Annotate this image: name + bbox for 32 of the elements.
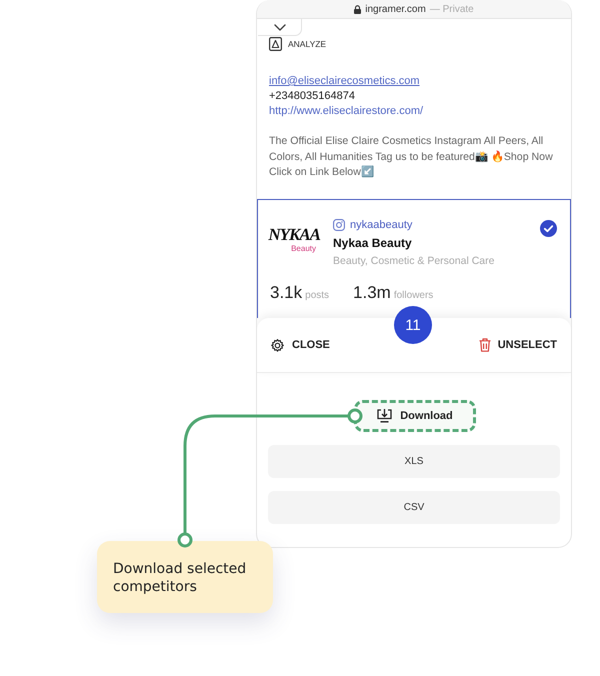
profile-handle-link[interactable]: nykaabeauty [350, 219, 412, 231]
selection-count-badge: 11 [394, 306, 432, 344]
callout: Download selected competitors [97, 541, 273, 613]
logo-subtitle: Beauty [291, 244, 316, 253]
export-format-button[interactable]: CSV [268, 491, 560, 524]
profile-bio: The Official Elise Claire Cosmetics Instagram All Peers, All Colors, All Humanities Tag us to be featured📸 🔥Shop Now Click on Link Below↙ [269, 134, 554, 180]
collapse-tab[interactable] [258, 19, 302, 36]
gear-icon [270, 338, 285, 352]
chevron-down-icon [274, 24, 286, 30]
lock-icon [354, 4, 362, 14]
stat-value: 1.3m [353, 283, 391, 303]
email-link[interactable]: info@eliseclairecosmetics.com [269, 74, 424, 89]
export-format-button[interactable]: XLS [268, 445, 560, 478]
profile-category: Beauty, Cosmetic & Personal Care [333, 254, 496, 268]
stat-label: posts [305, 290, 330, 301]
stat-label: followers [394, 290, 434, 301]
profile-name: Nykaa Beauty [333, 236, 413, 251]
website-link[interactable]: http://www.eliseclairestore.com/ [269, 104, 424, 119]
address-domain: ingramer.com [365, 4, 426, 14]
trash-icon [478, 338, 491, 352]
framed-triangle-icon [269, 37, 282, 51]
phone-number: +2348035164874 [269, 89, 356, 104]
download-icon [377, 409, 392, 423]
camera-outline-icon [333, 219, 345, 231]
logo-wordmark: NYKAA [268, 226, 320, 244]
download-button[interactable]: Download [354, 400, 476, 432]
check-circle-icon[interactable] [540, 220, 557, 237]
unselect-button[interactable]: UNSELECT [478, 338, 557, 352]
browsing-mode-label: — Private [430, 4, 474, 14]
stat-value: 3.1k [270, 283, 302, 303]
analyze-button[interactable]: ANALYZE [269, 37, 326, 51]
close-button[interactable]: CLOSE [270, 338, 330, 352]
